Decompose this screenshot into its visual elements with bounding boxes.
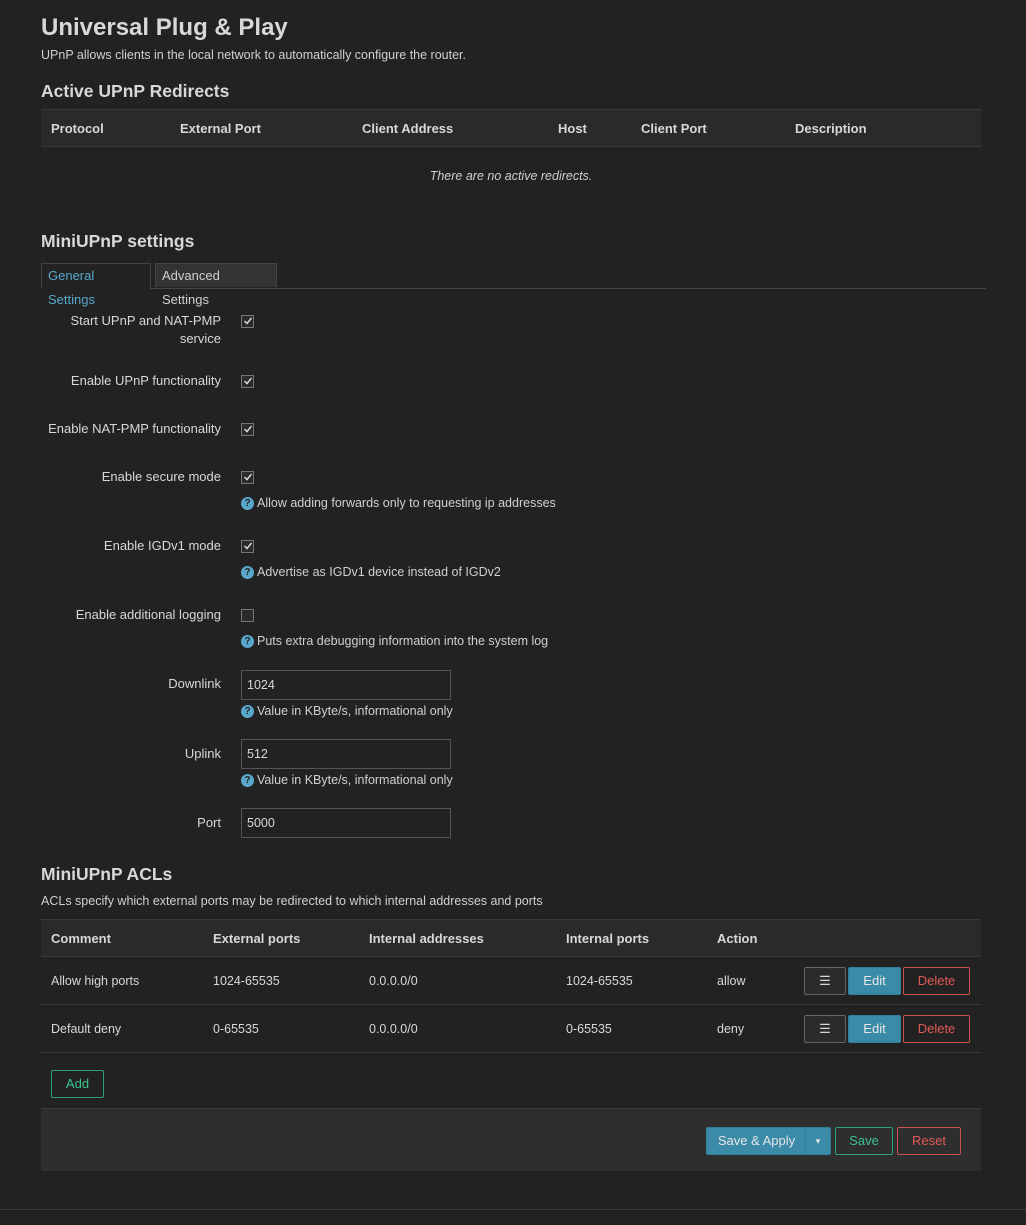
downlink-help-text: Value in KByte/s, informational only: [257, 704, 453, 718]
table-row: Allow high ports 1024-65535 0.0.0.0/0 10…: [41, 957, 981, 1005]
page-actions-bar: Save & Apply ▾ Save Reset: [41, 1108, 981, 1171]
drag-handle-button[interactable]: ☰: [804, 967, 846, 995]
column-header-external-ports: External ports: [213, 931, 301, 946]
checkmark-icon: [243, 542, 253, 550]
no-redirects-message: There are no active redirects.: [429, 169, 593, 183]
logging-help: ? Puts extra debugging information into t…: [241, 634, 548, 648]
column-header-client-port: Client Port: [641, 121, 707, 136]
enable-upnp-checkbox[interactable]: [241, 375, 254, 388]
acls-table-header: Comment External ports Internal addresse…: [41, 919, 981, 957]
delete-button[interactable]: Delete: [903, 967, 970, 995]
column-header-description: Description: [795, 121, 867, 136]
help-icon: ?: [241, 705, 254, 718]
start-service-label-line1: Start UPnP and NAT-PMP: [70, 313, 221, 328]
add-acl-button[interactable]: Add: [51, 1070, 104, 1098]
acl-external-ports: 1024-65535: [213, 974, 280, 988]
page-title: Universal Plug & Play: [41, 14, 288, 41]
downlink-label: Downlink: [168, 676, 221, 691]
acl-internal-addresses: 0.0.0.0/0: [369, 974, 418, 988]
column-header-action: Action: [717, 931, 758, 946]
acl-internal-ports: 0-65535: [566, 1022, 612, 1036]
redirects-title: Active UPnP Redirects: [41, 81, 230, 101]
tab-advanced-settings[interactable]: Advanced Settings: [155, 263, 277, 307]
enable-upnp-label: Enable UPnP functionality: [70, 373, 221, 388]
downlink-input[interactable]: [241, 670, 451, 700]
page-description: UPnP allows clients in the local network…: [41, 48, 466, 62]
help-icon: ?: [241, 635, 254, 648]
acl-internal-addresses: 0.0.0.0/0: [369, 1022, 418, 1036]
acl-internal-ports: 1024-65535: [566, 974, 633, 988]
uplink-help: ? Value in KByte/s, informational only: [241, 773, 453, 787]
start-service-label: Start UPnP and NAT-PMP service: [21, 312, 221, 348]
secure-mode-label: Enable secure mode: [101, 469, 221, 484]
checkmark-icon: [243, 473, 253, 481]
uplink-help-text: Value in KByte/s, informational only: [257, 773, 453, 787]
logging-help-text: Puts extra debugging information into th…: [257, 634, 549, 648]
table-row: Default deny 0-65535 0.0.0.0/0 0-65535 d…: [41, 1005, 981, 1053]
acls-description: ACLs specify which external ports may be…: [41, 894, 543, 908]
start-service-checkbox[interactable]: [241, 315, 254, 328]
help-icon: ?: [241, 566, 254, 579]
edit-button[interactable]: Edit: [848, 1015, 901, 1043]
igdv1-checkbox[interactable]: [241, 540, 254, 553]
save-apply-button[interactable]: Save & Apply: [706, 1127, 806, 1155]
secure-mode-help: ? Allow adding forwards only to requestin…: [241, 496, 556, 510]
igdv1-help-text: Advertise as IGDv1 device instead of IGD…: [257, 565, 501, 579]
help-icon: ?: [241, 497, 254, 510]
uplink-input[interactable]: [241, 739, 451, 769]
acl-action: deny: [717, 1022, 745, 1036]
column-header-internal-addresses: Internal addresses: [369, 931, 484, 946]
delete-button[interactable]: Delete: [903, 1015, 970, 1043]
settings-tabs: General Settings Advanced Settings: [41, 263, 986, 307]
column-header-internal-ports: Internal ports: [566, 931, 650, 946]
column-header-protocol: Protocol: [51, 121, 104, 136]
help-icon: ?: [241, 774, 254, 787]
redirects-table-header: Protocol External Port Client Address Ho…: [41, 109, 981, 147]
save-button[interactable]: Save: [835, 1127, 893, 1155]
footer-divider: [0, 1209, 1026, 1210]
enable-natpmp-checkbox[interactable]: [241, 423, 254, 436]
settings-title: MiniUPnP settings: [41, 231, 195, 251]
save-apply-dropdown-button[interactable]: ▾: [805, 1127, 831, 1155]
tab-general-settings[interactable]: General Settings: [41, 263, 151, 307]
logging-checkbox[interactable]: [241, 609, 254, 622]
acl-comment: Default deny: [51, 1022, 122, 1036]
checkmark-icon: [243, 317, 253, 325]
drag-handle-button[interactable]: ☰: [804, 1015, 846, 1043]
secure-mode-checkbox[interactable]: [241, 471, 254, 484]
acl-action: allow: [717, 974, 746, 988]
port-input[interactable]: [241, 808, 451, 838]
secure-mode-help-text: Allow adding forwards only to requesting…: [257, 496, 556, 510]
enable-natpmp-label: Enable NAT-PMP functionality: [48, 421, 221, 436]
column-header-comment: Comment: [51, 931, 111, 946]
igdv1-help: ? Advertise as IGDv1 device instead of IG…: [241, 565, 501, 579]
edit-button[interactable]: Edit: [848, 967, 901, 995]
acls-title: MiniUPnP ACLs: [41, 864, 173, 884]
acl-comment: Allow high ports: [51, 974, 140, 988]
checkmark-icon: [243, 425, 253, 433]
logging-label: Enable additional logging: [75, 607, 221, 622]
column-header-client-address: Client Address: [362, 121, 454, 136]
acl-external-ports: 0-65535: [213, 1022, 259, 1036]
start-service-label-line2: service: [179, 331, 221, 346]
downlink-help: ? Value in KByte/s, informational only: [241, 704, 453, 718]
igdv1-label: Enable IGDv1 mode: [103, 538, 221, 553]
uplink-label: Uplink: [184, 746, 221, 761]
reset-button[interactable]: Reset: [897, 1127, 961, 1155]
column-header-host: Host: [558, 121, 587, 136]
checkmark-icon: [243, 377, 253, 385]
port-label: Port: [197, 815, 221, 830]
column-header-external-port: External Port: [180, 121, 261, 136]
